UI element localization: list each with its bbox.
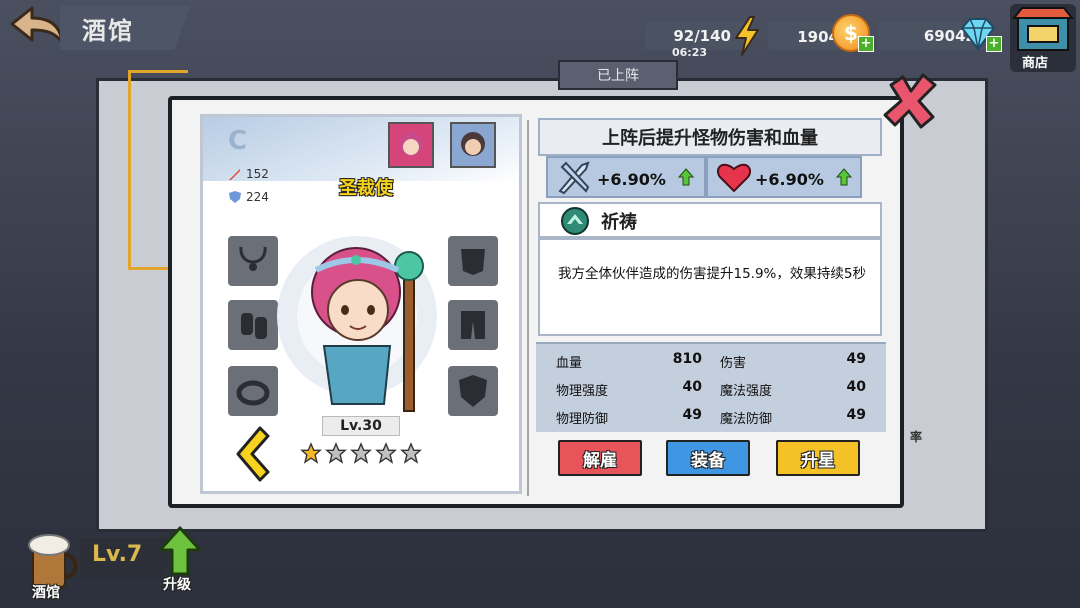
previous-hero-arrow-icon[interactable] — [230, 424, 272, 484]
tavern-label: 酒馆 — [32, 585, 60, 601]
back-button[interactable] — [4, 2, 68, 50]
attribute-value: 49 — [846, 351, 866, 367]
pants-slot[interactable] — [448, 300, 498, 350]
attribute-label: 伤害 — [720, 356, 747, 371]
attribute-value: 49 — [846, 407, 866, 423]
attribute-label: 物理强度 — [556, 384, 609, 399]
skill-description-box — [538, 238, 882, 336]
top-bar: 酒馆 92/140 06:23 1904万 $ + 69042 + 商店 — [0, 0, 1080, 72]
shop-icon — [1011, 7, 1075, 51]
necklace-slot[interactable] — [228, 236, 278, 286]
heart-icon — [716, 163, 752, 193]
damage-buff-value: +6.90% — [597, 170, 666, 189]
gloves-slot[interactable] — [228, 300, 278, 350]
back-arrow-icon — [10, 6, 64, 44]
ring-icon — [236, 380, 270, 406]
prayer-skill-icon — [561, 207, 589, 235]
skill-name: 祈祷 — [601, 212, 637, 233]
panel-divider — [527, 120, 529, 496]
tavern-level: Lv.7 — [92, 542, 143, 567]
attribute-label: 魔法强度 — [720, 384, 773, 399]
attribute-label: 血量 — [556, 356, 583, 371]
page-title: 酒馆 — [60, 6, 190, 50]
defense-stat: 224 — [228, 190, 269, 204]
energy-timer: 06:23 — [672, 46, 708, 59]
hero-level: Lv.30 — [322, 416, 400, 436]
rank-badge: C — [228, 126, 248, 156]
attribute-value: 40 — [846, 379, 866, 395]
attribute-value: 49 — [682, 407, 702, 423]
hero-portrait-icon — [461, 132, 485, 156]
star-empty-icon — [375, 442, 397, 464]
upgrade-label: 升级 — [163, 577, 191, 593]
star-empty-icon — [400, 442, 422, 464]
helmet-slot[interactable] — [448, 236, 498, 286]
necklace-icon — [239, 246, 267, 271]
attack-stat: 152 — [228, 167, 269, 181]
defense-value: 224 — [246, 190, 269, 204]
hp-buff-value: +6.90% — [755, 170, 824, 189]
hero-portrait-tab-2[interactable] — [450, 122, 496, 168]
shop-label: 商店 — [1022, 56, 1049, 71]
armor-icon — [461, 249, 485, 275]
attribute-value: 40 — [682, 379, 702, 395]
deployed-tab[interactable]: 已上阵 — [558, 60, 678, 90]
star-empty-icon — [350, 442, 372, 464]
lightning-icon[interactable] — [732, 16, 762, 56]
upgrade-star-button[interactable]: 升星 — [776, 440, 860, 476]
dismiss-hero-button[interactable]: 解雇 — [558, 440, 642, 476]
shield-slot[interactable] — [448, 366, 498, 416]
star-rating — [300, 442, 422, 464]
close-icon — [883, 73, 937, 129]
star-empty-icon — [325, 442, 347, 464]
hero-character-image — [277, 236, 437, 412]
skill-description: 我方全体伙伴造成的伤害提升15.9%，效果持续5秒 — [558, 266, 866, 282]
hero-portrait-icon — [399, 132, 423, 156]
attribute-label: 物理防御 — [556, 412, 609, 427]
sword-icon — [229, 169, 240, 180]
ring-slot[interactable] — [228, 366, 278, 416]
star-filled-icon — [300, 442, 322, 464]
increase-arrow-icon — [678, 168, 694, 186]
increase-arrow-icon — [836, 168, 852, 186]
add-gold-icon[interactable]: + — [858, 36, 874, 52]
close-button[interactable] — [880, 70, 942, 132]
attack-value: 152 — [246, 167, 269, 181]
shield-icon — [459, 375, 487, 407]
shield-icon — [229, 191, 241, 203]
sword-icon — [558, 161, 590, 195]
add-gem-icon[interactable]: + — [986, 36, 1002, 52]
attribute-value: 810 — [672, 351, 702, 367]
hero-portrait-tab-1[interactable] — [388, 122, 434, 168]
hero-name: 圣裁使 — [339, 178, 393, 199]
bonus-title: 上阵后提升怪物伤害和血量 — [602, 128, 818, 149]
equip-button[interactable]: 装备 — [666, 440, 750, 476]
pants-icon — [461, 311, 485, 339]
gloves-icon — [241, 313, 267, 339]
rate-label: 率 — [910, 430, 923, 444]
upgrade-arrow-icon[interactable] — [158, 526, 202, 576]
attribute-label: 魔法防御 — [720, 412, 773, 427]
